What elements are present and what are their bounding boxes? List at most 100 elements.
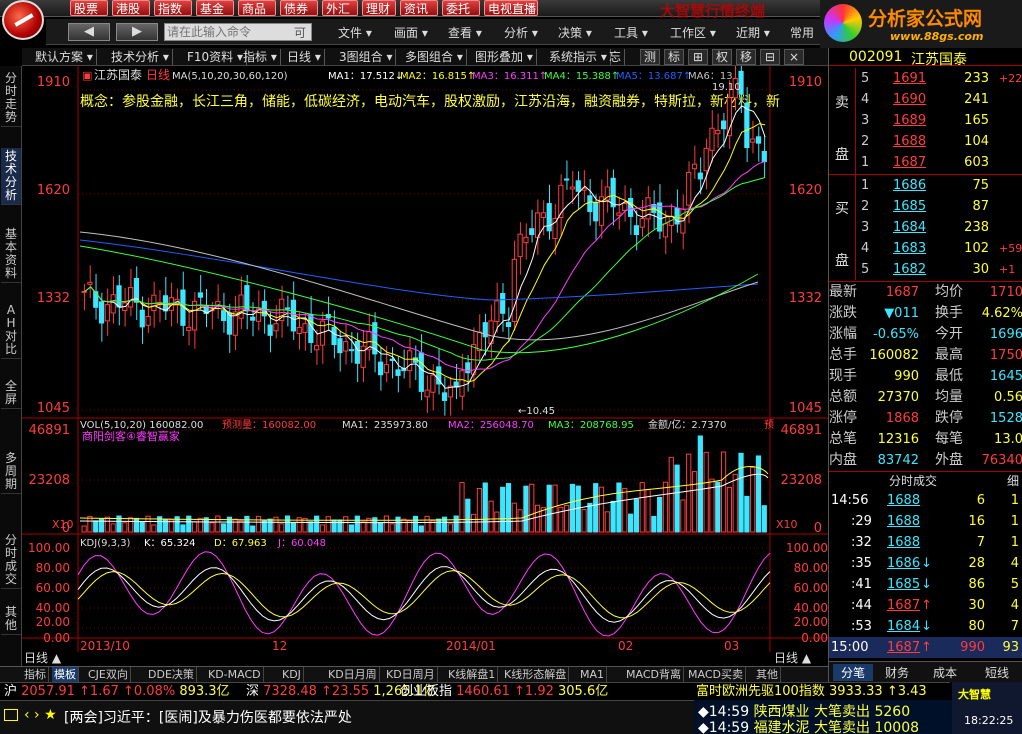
ticker-item-0[interactable]: 沪 2057.91 ↑1.67 ↑0.08% 893.3亿 [4,683,230,700]
chart-tool-3[interactable]: 权 [712,49,732,65]
candle-body [639,218,645,228]
trade-row: :53 1684 ↓ 80 7 [829,616,1022,637]
volume-bar [703,451,709,533]
alert-name: 福建水泥 [753,720,815,734]
order-level: 5 [861,262,870,277]
news-nav-icon[interactable]: ‹ › ★ [24,707,57,723]
left-tab-4[interactable]: 全屏 [1,378,21,409]
trade-price: 1687 [887,598,921,613]
trades-corner[interactable]: 细 [1007,472,1019,489]
menu-1[interactable]: 画面 ▾ [394,24,428,41]
quote-tab-3[interactable]: 短线 [985,664,1009,681]
left-tab-2[interactable]: 基本资料 [1,226,21,283]
chart-tab-8[interactable]: 系统指示 ▾ [546,49,611,65]
topnav-1[interactable]: 港股 [112,0,150,16]
ticker-scroll[interactable]: 富时欧洲先驱100指数 3933.33 ↑3.43 [696,683,927,700]
topnav-6[interactable]: 外汇 [322,0,358,16]
volume-bar [691,471,698,533]
chart-tab-2[interactable]: F10资料 ▾ [184,49,248,65]
chart-tool-4[interactable]: 移 [736,49,756,65]
order-volume: 75 [972,178,989,193]
topnav-0[interactable]: 股票 [70,0,108,16]
menu-4[interactable]: 决策 ▾ [558,24,592,41]
left-tab-6[interactable]: 分时成交 [1,532,21,589]
chart-tab-9[interactable]: 忘 [606,49,626,65]
indicator-tab-13[interactable]: 其他 [754,667,781,683]
mail-icon[interactable] [4,709,18,721]
chart-tool-2[interactable]: ⊞ [688,49,708,65]
topnav-8[interactable]: 资讯 [400,0,438,16]
forward-button[interactable]: ▶ [116,23,158,41]
left-tab-0[interactable]: 分时走势 [1,70,21,127]
chart-tab-7[interactable]: 图形叠加 ▾ [472,49,537,65]
kdj-axis-label: 100.00 [786,541,828,555]
menu-3[interactable]: 分析 ▾ [504,24,538,41]
kline-chart-svg[interactable]: 1910 1910 1620 1620 1332 1332 1045 1045 46891 468… [22,66,828,666]
ma-label: MA(5,10,20,30,60,120) [172,71,288,82]
menu-5[interactable]: 工具 ▾ [614,24,648,41]
chart-tool-6[interactable]: × [784,49,804,65]
indicator-tab-3[interactable]: DDE决策 [146,667,197,683]
indicator-tab-1[interactable]: 模板 [52,667,79,683]
topnav-5[interactable]: 债券 [280,0,318,16]
alert-row[interactable]: ◆14:59 福建水泥 大笔卖出 10008 [698,717,919,734]
topnav-2[interactable]: 指数 [154,0,192,16]
quote-tab-1[interactable]: 财务 [885,664,909,681]
topnav-10[interactable]: 电视直播 [484,0,538,16]
chart-tab-1[interactable]: 技术分析 ▾ [108,49,173,65]
left-tab-1[interactable]: 技术分析 [1,148,21,205]
topnav-9[interactable]: 委托 [442,0,480,16]
chart-tool-0[interactable]: 测 [640,49,660,65]
news-headline[interactable]: [两会]习近平：[医闹]及暴力伤医都要依法严处 [64,707,352,727]
order-volume: 102 [964,241,989,256]
indicator-tab-12[interactable]: MACD买卖 [686,667,746,683]
menu-0[interactable]: 文件 ▾ [338,24,372,41]
vol-axis-label: 23208 [29,473,70,488]
order-change: +223 [999,72,1022,85]
left-tab-3[interactable]: AH对比 [1,302,21,359]
trade-time: :35 [851,556,872,571]
left-tab-7[interactable]: 其他 [1,604,21,635]
chart-tab-5[interactable]: 3图组合 ▾ [336,49,397,65]
chart-tab-0[interactable]: 默认方案 ▾ [32,49,97,65]
topnav-3[interactable]: 基金 [196,0,234,16]
indicator-tab-0[interactable]: 指标 [22,667,49,683]
menu-2[interactable]: 查看 ▾ [448,24,482,41]
indicator-tab-2[interactable]: CJE双向 [86,667,131,683]
chart-tool-5[interactable]: ⊟ [760,49,780,65]
ticker-item-2[interactable]: 创业板指 1460.61 ↑1.92 305.6亿 [400,683,608,700]
chart-tab-3[interactable]: 指标 ▾ [240,49,281,65]
indicator-tab-5[interactable]: KDJ [280,667,304,683]
topnav-4[interactable]: 商品 [238,0,276,16]
indicator-tab-9[interactable]: K线形态解盘 [502,667,570,683]
kline-chart-area[interactable]: 1910 1910 1620 1620 1332 1332 1045 1045 46891 468… [22,66,828,666]
left-tab-5[interactable]: 多周期 [1,450,21,494]
stat-label: 均量 [935,389,963,405]
volume-bar [482,482,488,533]
indicator-tab-7[interactable]: KD日周月 [384,667,438,683]
indicator-tab-8[interactable]: K线解盘1 [446,667,499,683]
chart-tab-6[interactable]: 多图组合 ▾ [402,49,467,65]
command-input[interactable] [164,23,312,41]
topnav-7[interactable]: 理财 [362,0,396,16]
volume-bar [215,515,221,533]
quote-tab-2[interactable]: 成本 [933,664,957,681]
app-logo-icon[interactable] [2,0,44,40]
indicator-tab-4[interactable]: KD-MACD [206,667,264,683]
menu-6[interactable]: 工作区 ▾ [670,24,716,41]
quote-tab-0[interactable]: 分笔 [833,664,874,681]
back-button[interactable]: ◀ [68,23,110,41]
volume-bar [151,524,157,533]
indicator-tab-10[interactable]: MA1 [578,667,608,683]
chart-tab-4[interactable]: 日线 ▾ [284,49,325,65]
ticker-label: 创业板指 [400,684,457,699]
volume-bar [523,485,529,533]
chart-tool-1[interactable]: 标 [664,49,684,65]
indicator-tab-11[interactable]: MACD背离 [624,667,684,683]
trade-row: :29 1688 16 1 [829,511,1022,532]
menu-7[interactable]: 近期 ▾ [736,24,770,41]
volume-bar [139,521,145,533]
indicator-tab-6[interactable]: KD日月周 [326,667,380,683]
menu-8[interactable]: 常用 [790,24,814,41]
ticker-label: 深 [246,684,264,699]
